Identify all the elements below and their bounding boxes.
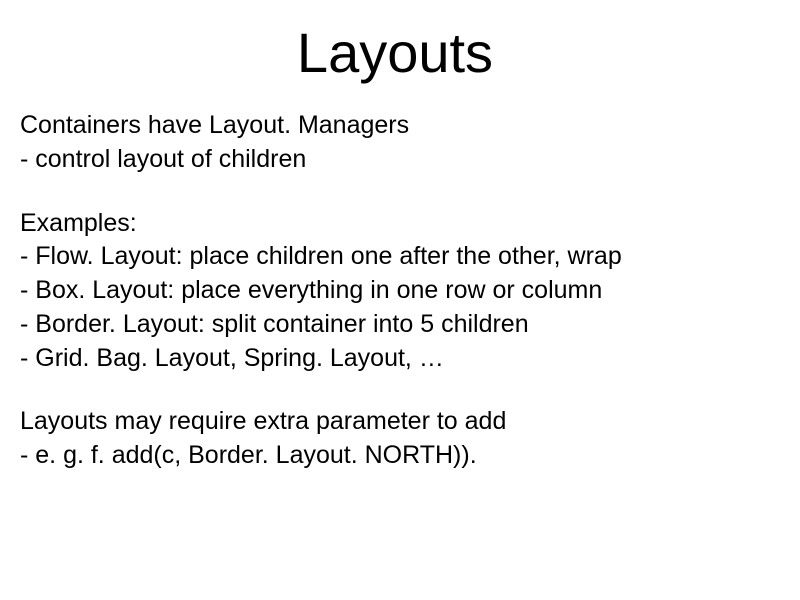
- text-line: - Box. Layout: place everything in one r…: [20, 274, 770, 308]
- section-parameters: Layouts may require extra parameter to a…: [20, 405, 770, 473]
- text-line: - e. g. f. add(c, Border. Layout. NORTH)…: [20, 439, 770, 473]
- section-examples: Examples: - Flow. Layout: place children…: [20, 207, 770, 376]
- text-line: - control layout of children: [20, 143, 770, 177]
- slide-title: Layouts: [20, 20, 770, 85]
- text-line: - Border. Layout: split container into 5…: [20, 308, 770, 342]
- slide-body: Containers have Layout. Managers - contr…: [20, 109, 770, 473]
- text-line: Layouts may require extra parameter to a…: [20, 405, 770, 439]
- text-line: - Grid. Bag. Layout, Spring. Layout, …: [20, 342, 770, 376]
- section-intro: Containers have Layout. Managers - contr…: [20, 109, 770, 177]
- text-line: Examples:: [20, 207, 770, 241]
- text-line: - Flow. Layout: place children one after…: [20, 240, 770, 274]
- text-line: Containers have Layout. Managers: [20, 109, 770, 143]
- slide-container: Layouts Containers have Layout. Managers…: [0, 0, 800, 600]
